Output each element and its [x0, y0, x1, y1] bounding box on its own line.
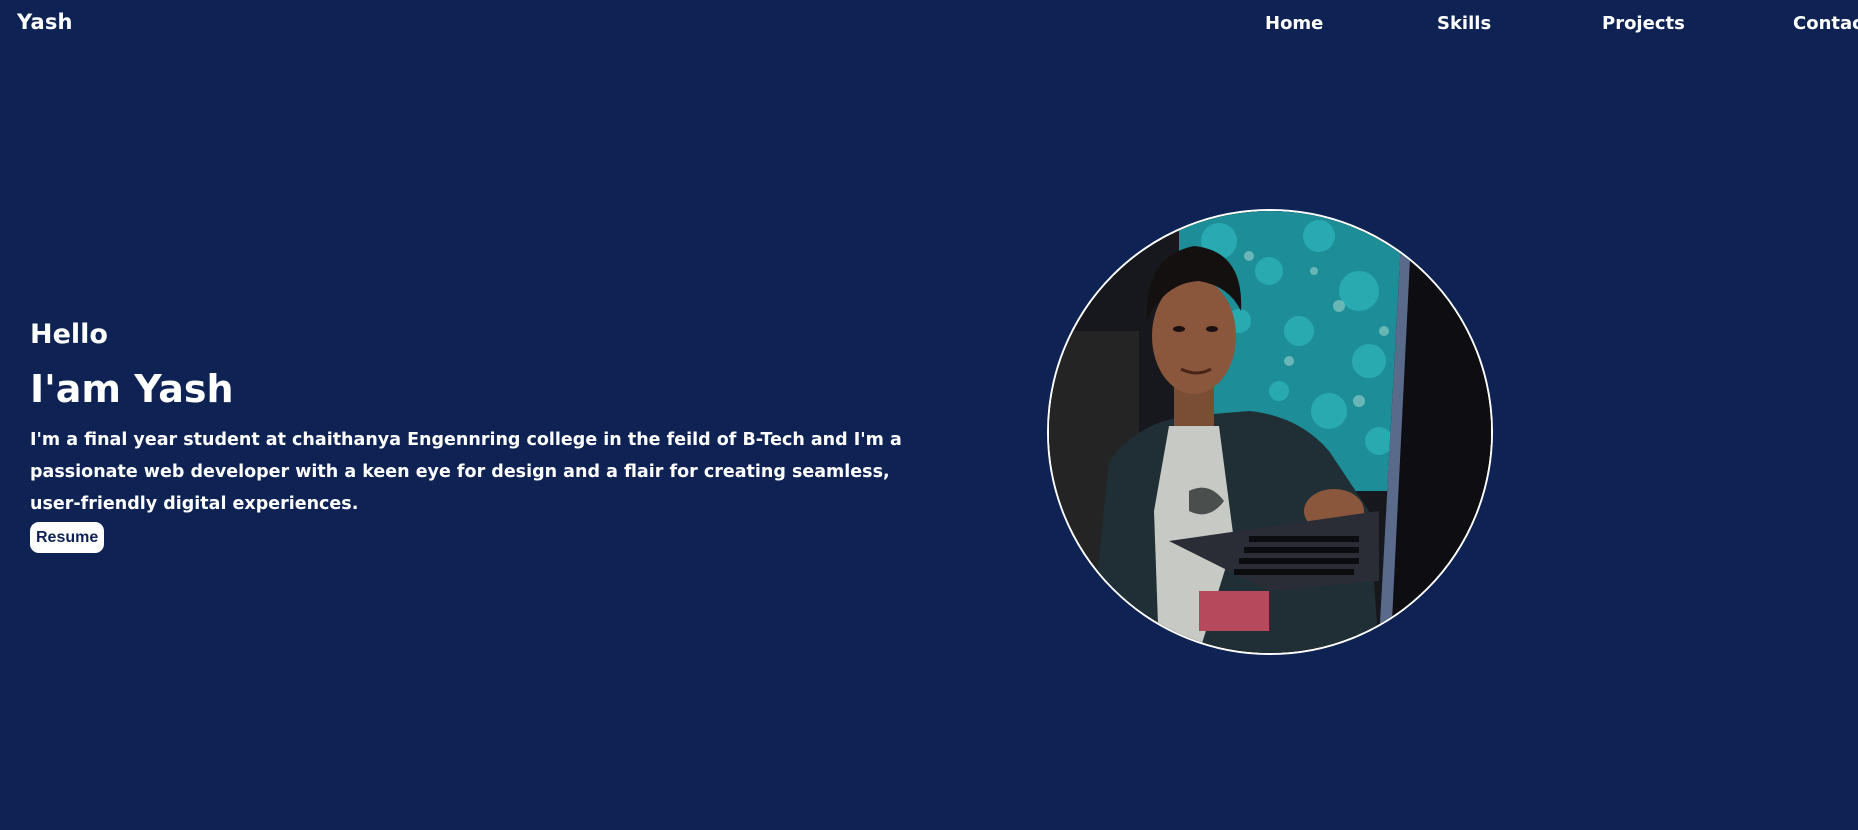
hero-section: Hello I'am Yash I'm a final year student… [30, 318, 930, 553]
hero-greeting: Hello [30, 319, 108, 350]
nav-skills[interactable]: Skills [1437, 13, 1491, 34]
hero-headline: I'am Yash [30, 367, 234, 411]
nav-projects[interactable]: Projects [1602, 13, 1685, 34]
nav-contact[interactable]: Contact [1793, 13, 1858, 34]
main-nav: Home Skills Projects Contact [0, 13, 1858, 37]
resume-button[interactable]: Resume [30, 522, 105, 553]
profile-photo [1047, 209, 1493, 655]
profile-photo-illustration [1049, 211, 1491, 653]
hero-bio: I'm a final year student at chaithanya E… [30, 430, 902, 514]
nav-home[interactable]: Home [1265, 13, 1323, 34]
